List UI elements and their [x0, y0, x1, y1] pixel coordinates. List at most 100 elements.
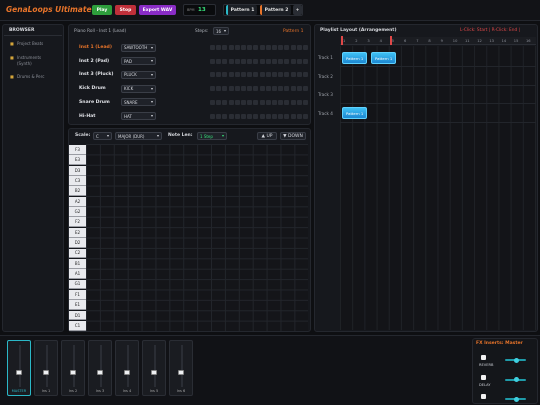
step-button[interactable] — [284, 86, 290, 92]
piano-key[interactable]: B1 — [69, 258, 86, 269]
step-button[interactable] — [278, 113, 284, 119]
step-button[interactable] — [210, 58, 215, 64]
step-button[interactable] — [284, 72, 290, 78]
step-button[interactable] — [222, 86, 228, 92]
step-button[interactable] — [210, 86, 215, 92]
step-button[interactable] — [265, 58, 271, 64]
step-button[interactable] — [234, 99, 240, 105]
step-button[interactable] — [296, 45, 302, 50]
playlist-clip[interactable]: Pattern 1 — [342, 52, 367, 64]
fx-slider-handle[interactable] — [514, 357, 520, 363]
fx-enable-checkbox[interactable] — [481, 374, 486, 380]
step-button[interactable] — [296, 86, 302, 92]
step-button[interactable] — [241, 45, 246, 50]
step-button[interactable] — [259, 58, 265, 64]
step-button[interactable] — [247, 72, 253, 78]
step-button[interactable] — [222, 72, 228, 78]
step-button[interactable] — [265, 86, 271, 92]
step-button[interactable] — [222, 99, 228, 105]
wave-select[interactable]: PAD ▾ — [121, 57, 156, 66]
step-button[interactable] — [241, 86, 246, 92]
step-button[interactable] — [247, 58, 253, 64]
step-button[interactable] — [228, 113, 234, 119]
step-button[interactable] — [278, 99, 284, 105]
step-button[interactable] — [247, 45, 253, 50]
step-button[interactable] — [296, 72, 302, 78]
step-button[interactable] — [272, 99, 277, 105]
step-button[interactable] — [216, 99, 222, 105]
step-button[interactable] — [303, 58, 308, 64]
note-len-select[interactable]: 1 Step ▾ — [197, 132, 227, 140]
piano-key[interactable]: C2 — [69, 248, 86, 259]
export-wav-button[interactable]: Export WAV — [139, 5, 176, 15]
step-button[interactable] — [303, 72, 308, 78]
browser-item-instruments[interactable]: ■ Instruments (Synth) — [10, 55, 60, 67]
instrument-name[interactable]: Snare Drum — [79, 100, 110, 105]
step-button[interactable] — [290, 99, 296, 105]
piano-key[interactable]: E2 — [69, 227, 86, 238]
step-button[interactable] — [241, 58, 246, 64]
step-button[interactable] — [247, 113, 253, 119]
stop-button[interactable]: Stop — [115, 5, 136, 15]
step-button[interactable] — [296, 113, 302, 119]
piano-key[interactable]: B2 — [69, 186, 86, 197]
piano-key[interactable]: F3 — [69, 145, 86, 155]
step-button[interactable] — [216, 86, 222, 92]
octave-down-button[interactable]: ▼ DOWN — [280, 132, 306, 140]
fader-handle[interactable] — [151, 370, 157, 376]
piano-key[interactable]: D1 — [69, 310, 86, 321]
step-button[interactable] — [290, 86, 296, 92]
instrument-name[interactable]: Inst 2 (Pad) — [79, 59, 109, 64]
steps-select[interactable]: 16 ▾ — [213, 27, 229, 35]
tab-pattern-2[interactable]: Pattern 2 — [260, 5, 291, 15]
step-button[interactable] — [222, 58, 228, 64]
step-button[interactable] — [290, 113, 296, 119]
step-button[interactable] — [247, 86, 253, 92]
mixer-channel[interactable]: Ins 1 — [34, 340, 58, 396]
browser-item-drums[interactable]: ■ Drums & Perc — [10, 74, 60, 80]
step-button[interactable] — [259, 86, 265, 92]
step-button[interactable] — [234, 86, 240, 92]
step-button[interactable] — [284, 58, 290, 64]
piano-key[interactable]: D3 — [69, 165, 86, 176]
wave-select[interactable]: PLUCK ▾ — [121, 70, 156, 79]
piano-key[interactable]: A2 — [69, 196, 86, 207]
step-button[interactable] — [290, 72, 296, 78]
mixer-channel[interactable]: Ins 3 — [88, 340, 112, 396]
step-button[interactable] — [303, 45, 308, 50]
bpm-value[interactable]: 13 — [198, 7, 206, 13]
piano-key[interactable]: E3 — [69, 155, 86, 166]
fader-handle[interactable] — [124, 370, 130, 376]
piano-key[interactable]: C1 — [69, 320, 86, 331]
step-button[interactable] — [278, 45, 284, 50]
step-button[interactable] — [290, 58, 296, 64]
piano-key[interactable]: C3 — [69, 176, 86, 186]
step-button[interactable] — [210, 45, 215, 50]
wave-select[interactable]: SAWTOOTH ▾ — [121, 43, 156, 52]
step-button[interactable] — [253, 113, 259, 119]
step-button[interactable] — [228, 45, 234, 50]
mixer-channel-master[interactable]: MASTER — [7, 340, 31, 396]
bpm-box[interactable]: BPM 13 — [183, 4, 216, 16]
step-button[interactable] — [234, 45, 240, 50]
step-button[interactable] — [259, 72, 265, 78]
step-button[interactable] — [234, 113, 240, 119]
fx-enable-checkbox[interactable] — [481, 394, 486, 399]
piano-key[interactable]: G2 — [69, 207, 86, 217]
step-button[interactable] — [253, 72, 259, 78]
step-button[interactable] — [253, 99, 259, 105]
step-button[interactable] — [222, 45, 228, 50]
step-button[interactable] — [259, 45, 265, 50]
piano-key[interactable]: G1 — [69, 279, 86, 290]
instrument-name[interactable]: Inst 3 (Pluck) — [79, 72, 114, 77]
step-button[interactable] — [278, 72, 284, 78]
step-button[interactable] — [272, 45, 277, 50]
fader-handle[interactable] — [70, 370, 76, 376]
step-button[interactable] — [278, 86, 284, 92]
piano-key[interactable]: E1 — [69, 300, 86, 311]
step-button[interactable] — [265, 113, 271, 119]
play-button[interactable]: Play — [92, 5, 112, 15]
step-button[interactable] — [216, 72, 222, 78]
step-button[interactable] — [284, 99, 290, 105]
step-button[interactable] — [284, 45, 290, 50]
